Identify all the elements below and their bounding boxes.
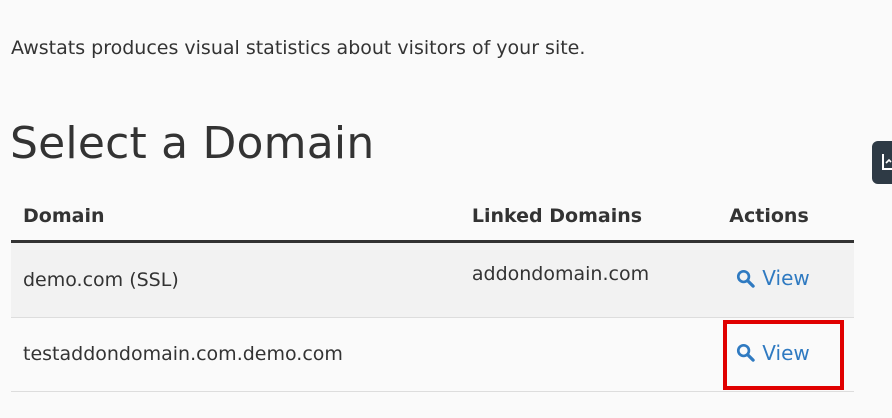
page-title: Select a Domain <box>10 118 375 169</box>
linked-domains-cell: addondomain.com <box>471 262 650 285</box>
view-label: View <box>762 266 810 291</box>
linked-domains-cell <box>460 317 717 391</box>
intro-text: Awstats produces visual statistics about… <box>11 37 586 59</box>
table-row: testaddondomain.com.demo.com View <box>11 317 854 391</box>
table-header-row: Domain Linked Domains Actions <box>11 192 854 241</box>
column-header-domain[interactable]: Domain <box>11 192 460 241</box>
column-header-actions: Actions <box>729 204 809 227</box>
actions-cell: View <box>717 241 854 317</box>
side-tab[interactable] <box>872 141 892 184</box>
column-header-linked-domains[interactable]: Linked Domains <box>460 192 717 241</box>
document-icon <box>882 154 892 170</box>
domain-cell: demo.com (SSL) <box>23 268 179 291</box>
domains-table: Domain Linked Domains Actions demo.com (… <box>11 192 854 392</box>
view-label: View <box>762 340 810 365</box>
view-stats-button[interactable]: View <box>736 340 810 365</box>
search-icon <box>737 344 756 362</box>
table-row: demo.com (SSL) addondomain.com View <box>11 241 854 317</box>
actions-cell: View <box>717 317 854 391</box>
domain-cell: testaddondomain.com.demo.com <box>23 343 343 365</box>
search-icon <box>737 269 756 288</box>
view-stats-button[interactable]: View <box>736 266 810 291</box>
page: Awstats produces visual statistics about… <box>0 0 892 418</box>
